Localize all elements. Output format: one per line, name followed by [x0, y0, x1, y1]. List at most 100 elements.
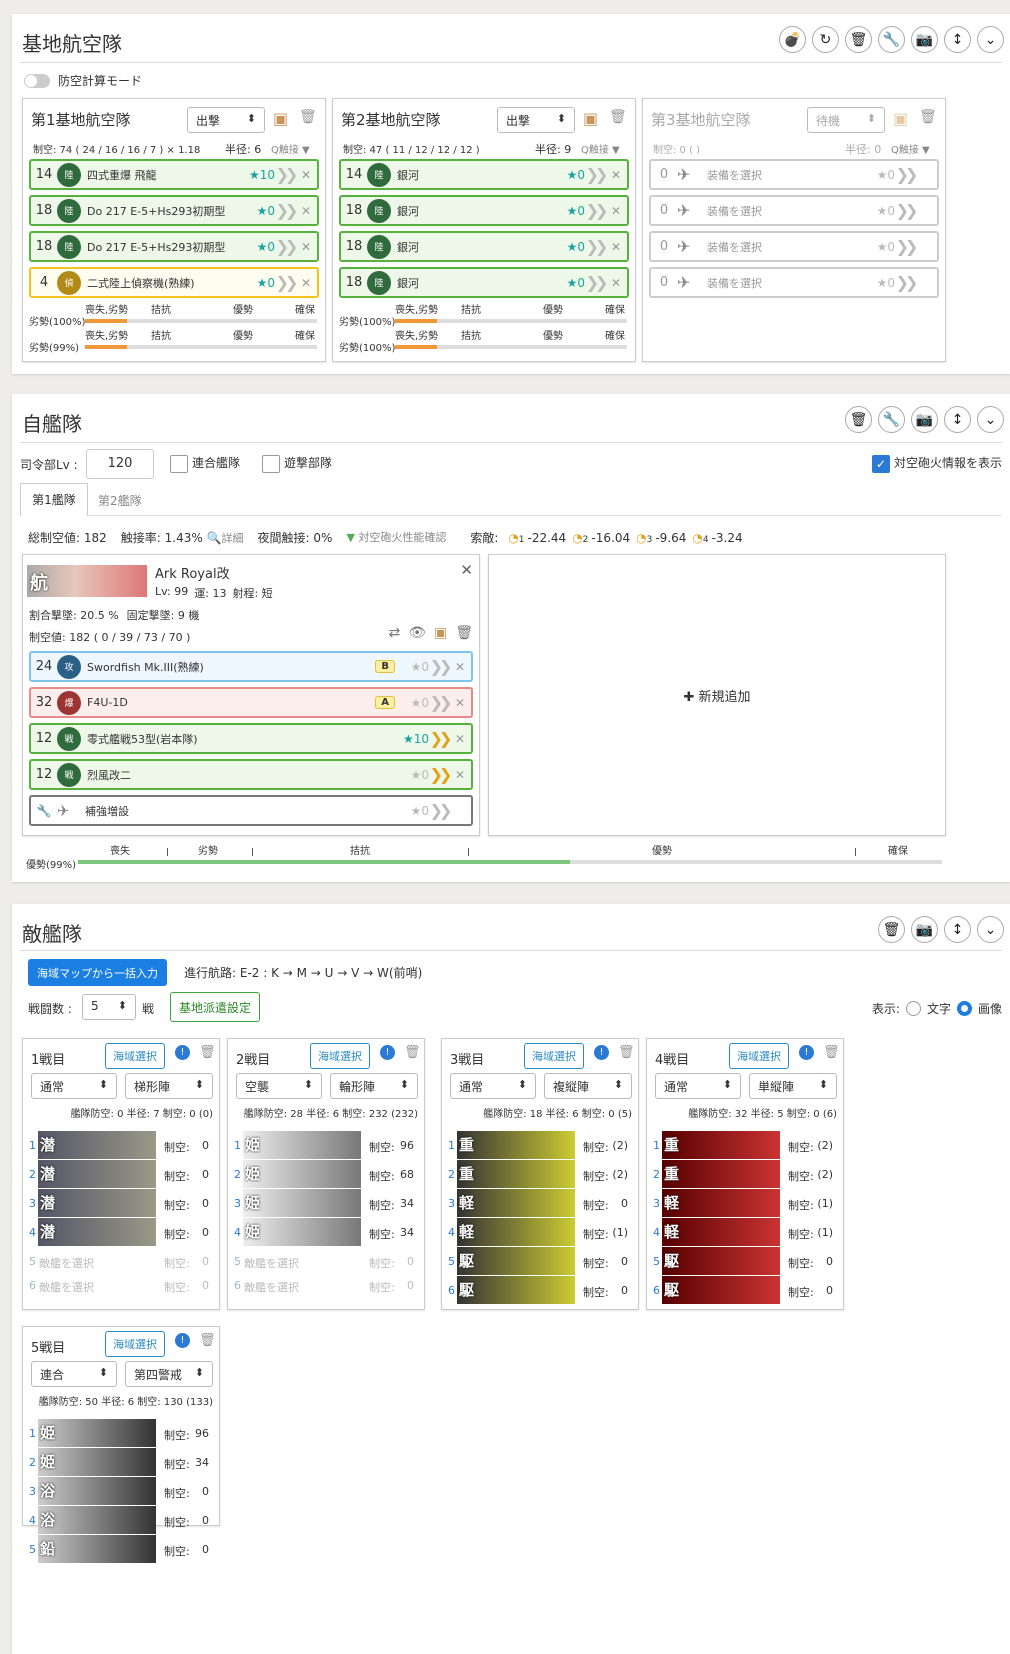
ship-banner[interactable]: 航 — [27, 565, 147, 597]
radio-image[interactable] — [956, 1001, 972, 1016]
equipment-slot[interactable]: 14 陸四式重爆 飛龍 ★10 ❯❯ ✕ — [29, 159, 319, 190]
enemy-ship-row[interactable]: 3 浴 制空: 0 — [29, 1477, 213, 1505]
camera-icon[interactable]: 📷 — [911, 916, 938, 943]
proficiency-icon[interactable]: ❯❯ — [585, 237, 609, 256]
enemy-ship-empty[interactable]: 6 敵艦を選択 制空: 0 — [234, 1271, 418, 1299]
add-ship-card[interactable]: ✚ 新規追加 — [488, 554, 946, 836]
enemy-ship-row[interactable]: 1 重 制空: (2) — [448, 1131, 632, 1159]
enemy-ship-row[interactable]: 6 駆 制空: 0 — [653, 1276, 837, 1304]
cell-type-select[interactable]: 通常 — [655, 1073, 741, 1099]
reset-icon[interactable]: ↻ — [812, 26, 839, 53]
proficiency-icon[interactable]: ❯❯ — [585, 273, 609, 292]
equipment-slot[interactable]: 0 ✈ 装備を選択 ★0 ❯❯ — [649, 195, 939, 226]
sea-select-button[interactable]: 海域選択 — [729, 1043, 789, 1069]
enemy-ship-row[interactable]: 1 姫 制空: 96 — [234, 1131, 418, 1159]
trash-icon[interactable]: 🗑 — [199, 1045, 216, 1060]
base-dispatch-button[interactable]: 基地派遣設定 — [170, 992, 261, 1022]
trash-icon[interactable]: 🗑 — [609, 109, 627, 125]
collapse-icon[interactable]: ⌄ — [977, 916, 1004, 943]
collapse-icon[interactable]: ⌄ — [977, 26, 1004, 53]
equipment-slot[interactable]: 🔧 ✈ 補強増設 ★0 ❯❯ — [29, 795, 473, 826]
trash-icon[interactable]: 🗑 — [823, 1045, 840, 1060]
trash-icon[interactable]: 🗑 — [404, 1045, 421, 1060]
enemy-ship-row[interactable]: 5 駆 制空: 0 — [448, 1247, 632, 1275]
sea-select-button[interactable]: 海域選択 — [310, 1043, 370, 1069]
proficiency-icon[interactable]: ❯❯ — [429, 693, 453, 712]
wrench-icon[interactable]: 🔧 — [878, 406, 905, 433]
proficiency-icon[interactable]: ❯❯ — [275, 201, 299, 220]
proficiency-icon[interactable]: ❯❯ — [895, 273, 919, 292]
hq-level-input[interactable]: 120 — [86, 449, 154, 479]
trash-icon[interactable]: 🗑 — [878, 916, 905, 943]
eye-icon[interactable]: 👁 — [408, 625, 426, 641]
box-icon[interactable]: ▣ — [434, 625, 447, 641]
enemy-ship-row[interactable]: 5 駆 制空: 0 — [653, 1247, 837, 1275]
formation-select[interactable]: 梯形陣 — [125, 1073, 213, 1099]
tab-fleet-2[interactable]: 第2艦隊 — [98, 492, 142, 509]
enemy-ship-row[interactable]: 2 姫 制空: 34 — [29, 1448, 213, 1476]
detail-link[interactable]: 詳細 — [222, 532, 244, 545]
proficiency-icon[interactable]: ❯❯ — [585, 165, 609, 184]
enemy-ship-row[interactable]: 2 重 制空: (2) — [448, 1160, 632, 1188]
remove-icon[interactable]: ✕ — [295, 240, 317, 254]
radio-text[interactable] — [905, 1001, 921, 1016]
remove-icon[interactable]: ✕ — [605, 204, 627, 218]
enemy-ship-row[interactable]: 3 姫 制空: 34 — [234, 1189, 418, 1217]
proficiency-icon[interactable]: ❯❯ — [429, 801, 453, 820]
camera-icon[interactable]: 📷 — [911, 406, 938, 433]
aaci-checkbox[interactable]: ✓ — [871, 454, 890, 473]
enemy-ship-row[interactable]: 4 軽 制空: (1) — [448, 1218, 632, 1246]
enemy-ship-row[interactable]: 3 潜 制空: 0 — [29, 1189, 213, 1217]
bomb-icon[interactable]: 💣 — [779, 26, 806, 53]
swap-icon[interactable]: ⇄ — [388, 625, 400, 641]
proficiency-icon[interactable]: ❯❯ — [585, 201, 609, 220]
trash-icon[interactable]: 🗑 — [919, 109, 937, 125]
enemy-ship-row[interactable]: 6 駆 制空: 0 — [448, 1276, 632, 1304]
combined-checkbox[interactable] — [170, 454, 188, 473]
equipment-slot[interactable]: 18 陸銀河 ★0 ❯❯ ✕ — [339, 267, 629, 298]
equipment-slot[interactable]: 12 戦零式艦戦53型(岩本隊) ★10 ❯❯ ✕ — [29, 723, 473, 754]
enemy-ship-row[interactable]: 1 重 制空: (2) — [653, 1131, 837, 1159]
enemy-ship-row[interactable]: 3 軽 制空: (1) — [653, 1189, 837, 1217]
squad-mode-select[interactable]: 出撃 — [187, 107, 265, 133]
remove-icon[interactable]: ✕ — [605, 240, 627, 254]
close-icon[interactable]: ✕ — [460, 561, 473, 579]
equipment-slot[interactable]: 18 陸銀河 ★0 ❯❯ ✕ — [339, 195, 629, 226]
equipment-slot[interactable]: 0 ✈ 装備を選択 ★0 ❯❯ — [649, 267, 939, 298]
alert-icon[interactable]: ! — [175, 1045, 190, 1060]
enemy-ship-row[interactable]: 2 潜 制空: 0 — [29, 1160, 213, 1188]
wrench-icon[interactable]: 🔧 — [878, 26, 905, 53]
alert-icon[interactable]: ! — [380, 1045, 395, 1060]
box-icon[interactable]: ▣ — [893, 109, 908, 128]
enemy-ship-row[interactable]: 1 姫 制空: 96 — [29, 1419, 213, 1447]
enemy-ship-empty[interactable]: 6 敵艦を選択 制空: 0 — [29, 1271, 213, 1299]
proficiency-icon[interactable]: ❯❯ — [895, 201, 919, 220]
squad-mode-select[interactable]: 出撃 — [497, 107, 575, 133]
proficiency-icon[interactable]: ❯❯ — [429, 657, 453, 676]
remove-icon[interactable]: ✕ — [295, 204, 317, 218]
cell-type-select[interactable]: 連合 — [31, 1361, 117, 1387]
sea-select-button[interactable]: 海域選択 — [105, 1331, 165, 1357]
striking-checkbox[interactable] — [262, 454, 280, 473]
cell-type-select[interactable]: 通常 — [31, 1073, 117, 1099]
enemy-ship-row[interactable]: 3 軽 制空: 0 — [448, 1189, 632, 1217]
squad-mode-select[interactable]: 待機 — [807, 107, 885, 133]
resize-icon[interactable]: ↕ — [944, 916, 971, 943]
remove-icon[interactable]: ✕ — [295, 276, 317, 290]
ship-name[interactable]: Ark Royal改 — [155, 563, 230, 582]
enemy-ship-row[interactable]: 4 軽 制空: (1) — [653, 1218, 837, 1246]
resize-icon[interactable]: ↕ — [944, 406, 971, 433]
aa-check-link[interactable]: 対空砲火性能確認 — [358, 531, 446, 544]
contact-dropdown[interactable]: Q触接 ▼ — [581, 141, 620, 156]
trash-icon[interactable]: 🗑 — [845, 406, 872, 433]
trash-icon[interactable]: 🗑 — [199, 1333, 216, 1348]
enemy-ship-row[interactable]: 4 潜 制空: 0 — [29, 1218, 213, 1246]
proficiency-icon[interactable]: ❯❯ — [895, 165, 919, 184]
camera-icon[interactable]: 📷 — [911, 26, 938, 53]
equipment-slot[interactable]: 32 爆 F4U-1D A ★0 ❯❯ ✕ — [29, 687, 473, 718]
enemy-ship-row[interactable]: 5 鉛 制空: 0 — [29, 1535, 213, 1563]
trash-icon[interactable]: 🗑 — [618, 1045, 635, 1060]
alert-icon[interactable]: ! — [799, 1045, 814, 1060]
remove-icon[interactable]: ✕ — [295, 168, 317, 182]
equipment-slot[interactable]: 18 陸 Do 217 E-5+Hs293初期型 ★0 ❯❯ ✕ — [29, 231, 319, 262]
